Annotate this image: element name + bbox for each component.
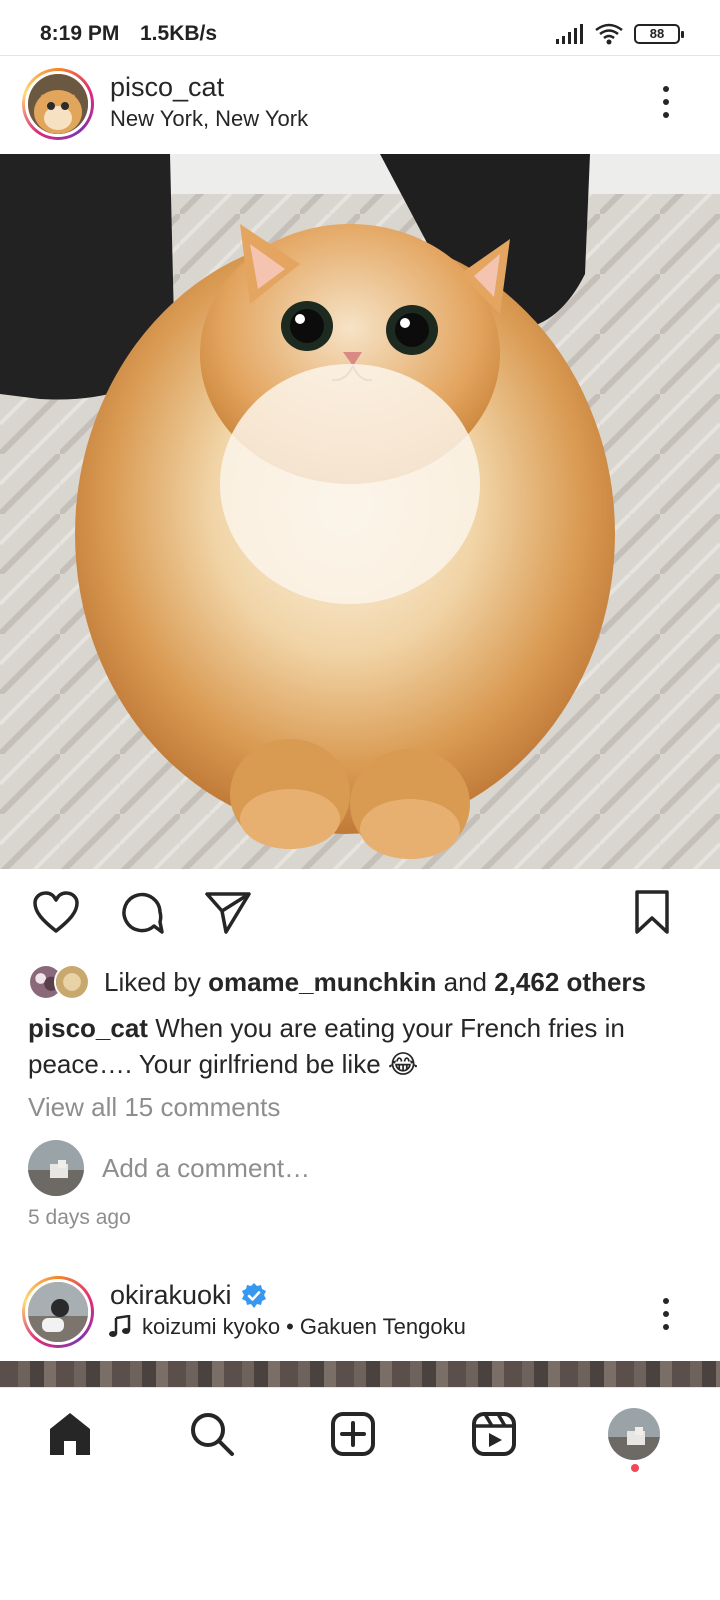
more-options-button[interactable] bbox=[656, 1294, 676, 1334]
post-username[interactable]: okirakuoki bbox=[110, 1280, 232, 1311]
network-speed: 1.5KB/s bbox=[140, 22, 218, 45]
dot-icon bbox=[663, 99, 669, 105]
post-actions bbox=[0, 886, 720, 942]
likes-count[interactable]: 2,462 others bbox=[494, 967, 646, 997]
status-time: 8:19 PM bbox=[40, 22, 120, 45]
save-button[interactable] bbox=[626, 886, 678, 938]
post-timestamp: 5 days ago bbox=[28, 1206, 131, 1229]
like-button[interactable] bbox=[30, 886, 82, 938]
music-artist: koizumi kyoko bbox=[142, 1314, 281, 1339]
create-icon bbox=[331, 1412, 375, 1456]
profile-avatar bbox=[608, 1408, 660, 1460]
likes-text: Liked by omame_munchkin and 2,462 others bbox=[104, 967, 646, 998]
dot-icon bbox=[663, 1298, 669, 1304]
send-icon bbox=[205, 892, 251, 934]
nav-profile[interactable] bbox=[606, 1406, 662, 1462]
signal-icon bbox=[556, 24, 583, 44]
likes-summary[interactable]: Liked by omame_munchkin and 2,462 others bbox=[28, 960, 646, 1004]
bottom-navigation bbox=[0, 1387, 720, 1481]
nav-search[interactable] bbox=[184, 1406, 240, 1462]
avatar bbox=[25, 1279, 91, 1345]
post-location[interactable]: New York, New York bbox=[110, 106, 308, 132]
nav-reels[interactable] bbox=[466, 1406, 522, 1462]
view-all-comments-link[interactable]: View all 15 comments bbox=[28, 1092, 280, 1123]
dot-icon bbox=[663, 86, 669, 92]
share-button[interactable] bbox=[202, 886, 254, 938]
liker-avatar bbox=[54, 964, 90, 1000]
avatar bbox=[25, 71, 91, 137]
liked-by-user[interactable]: omame_munchkin bbox=[208, 967, 436, 997]
heart-icon bbox=[33, 891, 79, 933]
current-user-avatar bbox=[28, 1140, 84, 1196]
username-row: okirakuoki bbox=[110, 1280, 268, 1311]
dot-icon bbox=[663, 1311, 669, 1317]
music-title: Gakuen Tengoku bbox=[299, 1314, 466, 1339]
post-image[interactable] bbox=[0, 154, 720, 869]
post-username[interactable]: pisco_cat bbox=[110, 72, 224, 103]
battery-indicator: 88 bbox=[634, 24, 684, 44]
search-icon bbox=[191, 1413, 234, 1456]
next-post-image[interactable] bbox=[0, 1361, 720, 1387]
wifi-icon bbox=[595, 23, 623, 45]
post-header: pisco_cat New York, New York bbox=[0, 56, 720, 154]
comment-icon bbox=[122, 892, 164, 934]
verified-badge-icon bbox=[241, 1282, 266, 1308]
nav-home[interactable] bbox=[42, 1406, 98, 1462]
dot-icon bbox=[663, 112, 669, 118]
add-comment-row bbox=[28, 1140, 688, 1196]
story-avatar[interactable] bbox=[22, 68, 94, 140]
music-separator: • bbox=[286, 1314, 294, 1339]
home-icon bbox=[50, 1413, 90, 1455]
status-bar: 8:19 PM 1.5KB/s 88 bbox=[0, 0, 720, 56]
music-note-icon bbox=[109, 1315, 131, 1337]
reels-icon bbox=[472, 1412, 516, 1456]
more-options-button[interactable] bbox=[656, 82, 676, 122]
and-label: and bbox=[443, 966, 487, 997]
comment-button[interactable] bbox=[116, 886, 168, 938]
caption-username[interactable]: pisco_cat bbox=[28, 1013, 148, 1043]
liked-by-label: Liked by bbox=[104, 966, 201, 997]
story-avatar[interactable] bbox=[22, 1276, 94, 1348]
status-icons: 88 bbox=[556, 22, 684, 46]
post-header: okirakuoki koizumi kyoko • Gakuen Tengok… bbox=[0, 1264, 720, 1362]
add-comment-input[interactable] bbox=[102, 1150, 662, 1186]
dot-icon bbox=[663, 1324, 669, 1330]
bookmark-icon bbox=[635, 890, 669, 934]
music-info[interactable]: koizumi kyoko • Gakuen Tengoku bbox=[108, 1314, 466, 1340]
post-caption: pisco_cat When you are eating your Frenc… bbox=[28, 1010, 698, 1082]
notification-dot bbox=[631, 1464, 639, 1472]
nav-create[interactable] bbox=[325, 1406, 381, 1462]
